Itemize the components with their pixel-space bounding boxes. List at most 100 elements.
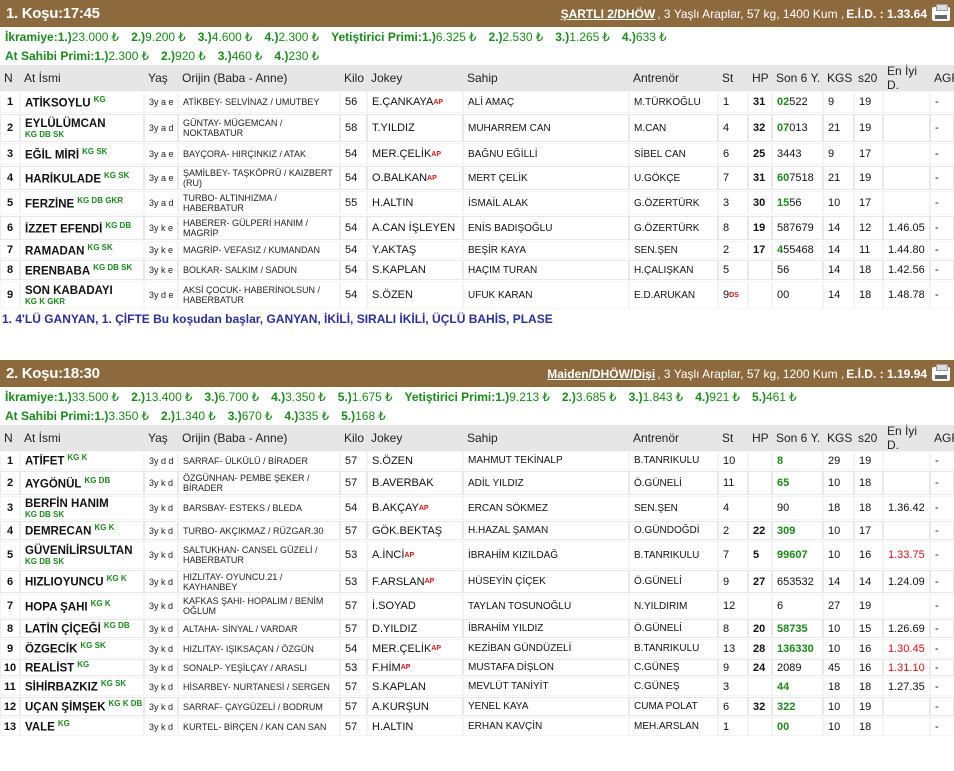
trainer-link[interactable]: N.YILDIRIM: [634, 601, 687, 612]
printer-icon[interactable]: [932, 363, 950, 381]
origin-cell[interactable]: MAGRİP- VEFASIZ / KUMANDAN: [179, 242, 339, 258]
horse-name-cell[interactable]: VALE KG: [21, 718, 143, 735]
jockey-cell[interactable]: S.KAPLAN: [368, 678, 462, 695]
jockey-cell[interactable]: D.YILDIZ: [368, 620, 462, 637]
owner-cell[interactable]: BAĞNU EĞİLLİ: [464, 144, 628, 164]
owner-cell[interactable]: ERCAN SÖKMEZ: [464, 497, 628, 519]
horse-name-link[interactable]: UÇAN ŞİMŞEK: [25, 702, 106, 714]
owner-link[interactable]: H.HAZAL ŞAMAN: [468, 525, 548, 536]
origin-cell[interactable]: HABERER- GÜLPERİ HANIM / MAGRİP: [179, 217, 339, 239]
origin-cell[interactable]: TURBO- ALTINHIZMA / HABERBATUR: [179, 192, 339, 214]
trainer-cell[interactable]: M.CAN: [630, 115, 717, 141]
owner-cell[interactable]: İBRAHİM YILDIZ: [464, 620, 628, 637]
table-row[interactable]: 5 GÜVENİLİRSULTAN KG DB SK 3y k d SALTUKHAN-…: [0, 541, 954, 570]
horse-name-cell[interactable]: SİHİRBAZKIZ KG SK: [21, 678, 143, 695]
owner-cell[interactable]: ADİL YILDIZ: [464, 472, 628, 494]
origin-cell[interactable]: HIZLITAY- OYUNCU.21 / KAYHANBEY: [179, 571, 339, 592]
horse-name-cell[interactable]: HIZLIOYUNCU KG K: [21, 571, 143, 592]
trainer-link[interactable]: C.GÜNEŞ: [634, 681, 680, 692]
owner-link[interactable]: UFUK KARAN: [468, 290, 532, 301]
printer-icon[interactable]: [932, 3, 950, 21]
owner-link[interactable]: TAYLAN TOSUNOĞLU: [468, 601, 571, 612]
trainer-cell[interactable]: SEN.ŞEN: [630, 242, 717, 258]
trainer-link[interactable]: C.GÜNEŞ: [634, 662, 680, 673]
jockey-cell[interactable]: A.KURŞUN: [368, 698, 462, 715]
jockey-link[interactable]: B.AKÇAY: [372, 502, 419, 514]
horse-name-cell[interactable]: FERZİNE KG DB GKR: [21, 192, 143, 214]
horse-origin[interactable]: TURBO- ALTINHIZMA / HABERBATUR: [183, 193, 339, 213]
trainer-link[interactable]: SEN.ŞEN: [634, 245, 678, 256]
horse-name-link[interactable]: BERFİN HANIM: [25, 498, 109, 510]
horse-name-link[interactable]: HOPA ŞAHI: [25, 601, 88, 613]
trainer-link[interactable]: CUMA POLAT: [634, 701, 698, 712]
trainer-link[interactable]: H.ÇALIŞKAN: [634, 265, 693, 276]
horse-name-cell[interactable]: BERFİN HANIM KG DB SK: [21, 497, 143, 519]
table-row[interactable]: 4 DEMRECAN KG K 3y k d TURBO- AKÇIKMAZ / RÜZ…: [0, 521, 954, 541]
col-header-kgs[interactable]: KGS: [823, 431, 854, 445]
owner-link[interactable]: MEVLÜT TANİYİT: [468, 681, 549, 692]
trainer-link[interactable]: B.TANRIKULU: [634, 455, 699, 466]
trainer-cell[interactable]: SEN.ŞEN: [630, 497, 717, 519]
owner-link[interactable]: MUSTAFA DİŞLON: [468, 662, 554, 673]
owner-link[interactable]: BEŞİR KAYA: [468, 245, 526, 256]
col-header-weight[interactable]: Kilo: [340, 71, 367, 85]
jockey-cell[interactable]: F.HİM AP: [368, 660, 462, 675]
horse-origin[interactable]: HABERER- GÜLPERİ HANIM / MAGRİP: [183, 218, 339, 238]
jockey-cell[interactable]: B.AKÇAY AP: [368, 497, 462, 519]
jockey-link[interactable]: E.ÇANKAYA: [372, 96, 433, 108]
horse-name-cell[interactable]: ATİKSOYLU KG: [21, 92, 143, 112]
jockey-link[interactable]: MER.ÇELİK: [372, 643, 431, 655]
race-condition-link[interactable]: Maiden/DHÖW/Dişi: [547, 367, 655, 381]
col-header-best[interactable]: En İyi D.: [883, 424, 930, 452]
origin-cell[interactable]: ŞAMİLBEY- TAŞKÖPRÜ / KAIZBERT (RU): [179, 167, 339, 189]
origin-cell[interactable]: ÖZGÜNHAN- PEMBE ŞEKER / BİRADER: [179, 472, 339, 494]
owner-link[interactable]: HAÇIM TURAN: [468, 265, 537, 276]
jockey-cell[interactable]: A.CAN İŞLEYEN: [368, 217, 462, 239]
owner-link[interactable]: YENEL KAYA: [468, 701, 528, 712]
table-row[interactable]: 1 ATİKSOYLU KG 3y a e ATİKBEY- SELVİNAZ / UM…: [0, 91, 954, 114]
horse-name-link[interactable]: RAMADAN: [25, 245, 84, 257]
col-header-best[interactable]: En İyi D.: [883, 64, 930, 92]
trainer-cell[interactable]: H.ÇALIŞKAN: [630, 261, 717, 279]
jockey-link[interactable]: MER.ÇELİK: [372, 148, 431, 160]
jockey-cell[interactable]: Y.AKTAŞ: [368, 242, 462, 258]
col-header-origin[interactable]: Orijin (Baba - Anne): [178, 431, 340, 445]
horse-name-cell[interactable]: İZZET EFENDİ KG DB: [21, 217, 143, 239]
table-row[interactable]: 9 SON KABADAYI KG K GKR 3y d e AKSİ ÇOCUK- H…: [0, 281, 954, 310]
jockey-cell[interactable]: MER.ÇELİK AP: [368, 144, 462, 164]
owner-link[interactable]: ERHAN KAVÇİN: [468, 721, 542, 732]
horse-name-cell[interactable]: LATİN ÇİÇEĞİ KG DB: [21, 620, 143, 637]
origin-cell[interactable]: ATİKBEY- SELVİNAZ / UMUTBEY: [179, 92, 339, 112]
col-header-s20[interactable]: s20: [854, 431, 883, 445]
horse-name-link[interactable]: İZZET EFENDİ: [25, 223, 102, 235]
jockey-link[interactable]: T.YILDIZ: [372, 122, 415, 134]
origin-cell[interactable]: ALTAHA- SİNYAL / VARDAR: [179, 620, 339, 637]
horse-name-link[interactable]: VALE: [25, 722, 55, 734]
col-header-last6[interactable]: Son 6 Y.: [772, 71, 823, 85]
jockey-cell[interactable]: S.ÖZEN: [368, 282, 462, 308]
horse-name-cell[interactable]: HOPA ŞAHI KG K: [21, 595, 143, 617]
owner-cell[interactable]: MAHMUT TEKİNALP: [464, 452, 628, 469]
col-header-age[interactable]: Yaş: [144, 71, 178, 85]
horse-origin[interactable]: HIZLITAY- OYUNCU.21 / KAYHANBEY: [183, 572, 339, 592]
jockey-cell[interactable]: F.ARSLAN AP: [368, 571, 462, 592]
horse-name-cell[interactable]: UÇAN ŞİMŞEK KG K DB: [21, 698, 143, 715]
jockey-cell[interactable]: MER.ÇELİK AP: [368, 640, 462, 657]
trainer-cell[interactable]: M.TÜRKOĞLU: [630, 92, 717, 112]
col-header-name[interactable]: At İsmi: [20, 431, 144, 445]
owner-cell[interactable]: İSMAİL ALAK: [464, 192, 628, 214]
horse-name-link[interactable]: HIZLIOYUNCU: [25, 577, 104, 589]
owner-link[interactable]: ADİL YILDIZ: [468, 478, 524, 489]
jockey-link[interactable]: O.BALKAN: [372, 172, 427, 184]
trainer-link[interactable]: G.ÖZERTÜRK: [634, 198, 699, 209]
owner-cell[interactable]: MUSTAFA DİŞLON: [464, 660, 628, 675]
horse-name-cell[interactable]: ÖZGECİK KG SK: [21, 640, 143, 657]
table-row[interactable]: 2 AYGÖNÜL KG DB 3y k d ÖZGÜNHAN- PEMBE ŞEKER…: [0, 471, 954, 496]
table-row[interactable]: 8 ERENBABA KG DB SK 3y k e BOLKAR- SALKIM / …: [0, 260, 954, 281]
jockey-link[interactable]: S.KAPLAN: [372, 264, 426, 276]
trainer-cell[interactable]: Ö.GÜNELİ: [630, 472, 717, 494]
col-header-origin[interactable]: Orijin (Baba - Anne): [178, 71, 340, 85]
jockey-link[interactable]: A.CAN İŞLEYEN: [372, 222, 455, 234]
trainer-cell[interactable]: C.GÜNEŞ: [630, 678, 717, 695]
trainer-cell[interactable]: Ö.GÜNELİ: [630, 571, 717, 592]
